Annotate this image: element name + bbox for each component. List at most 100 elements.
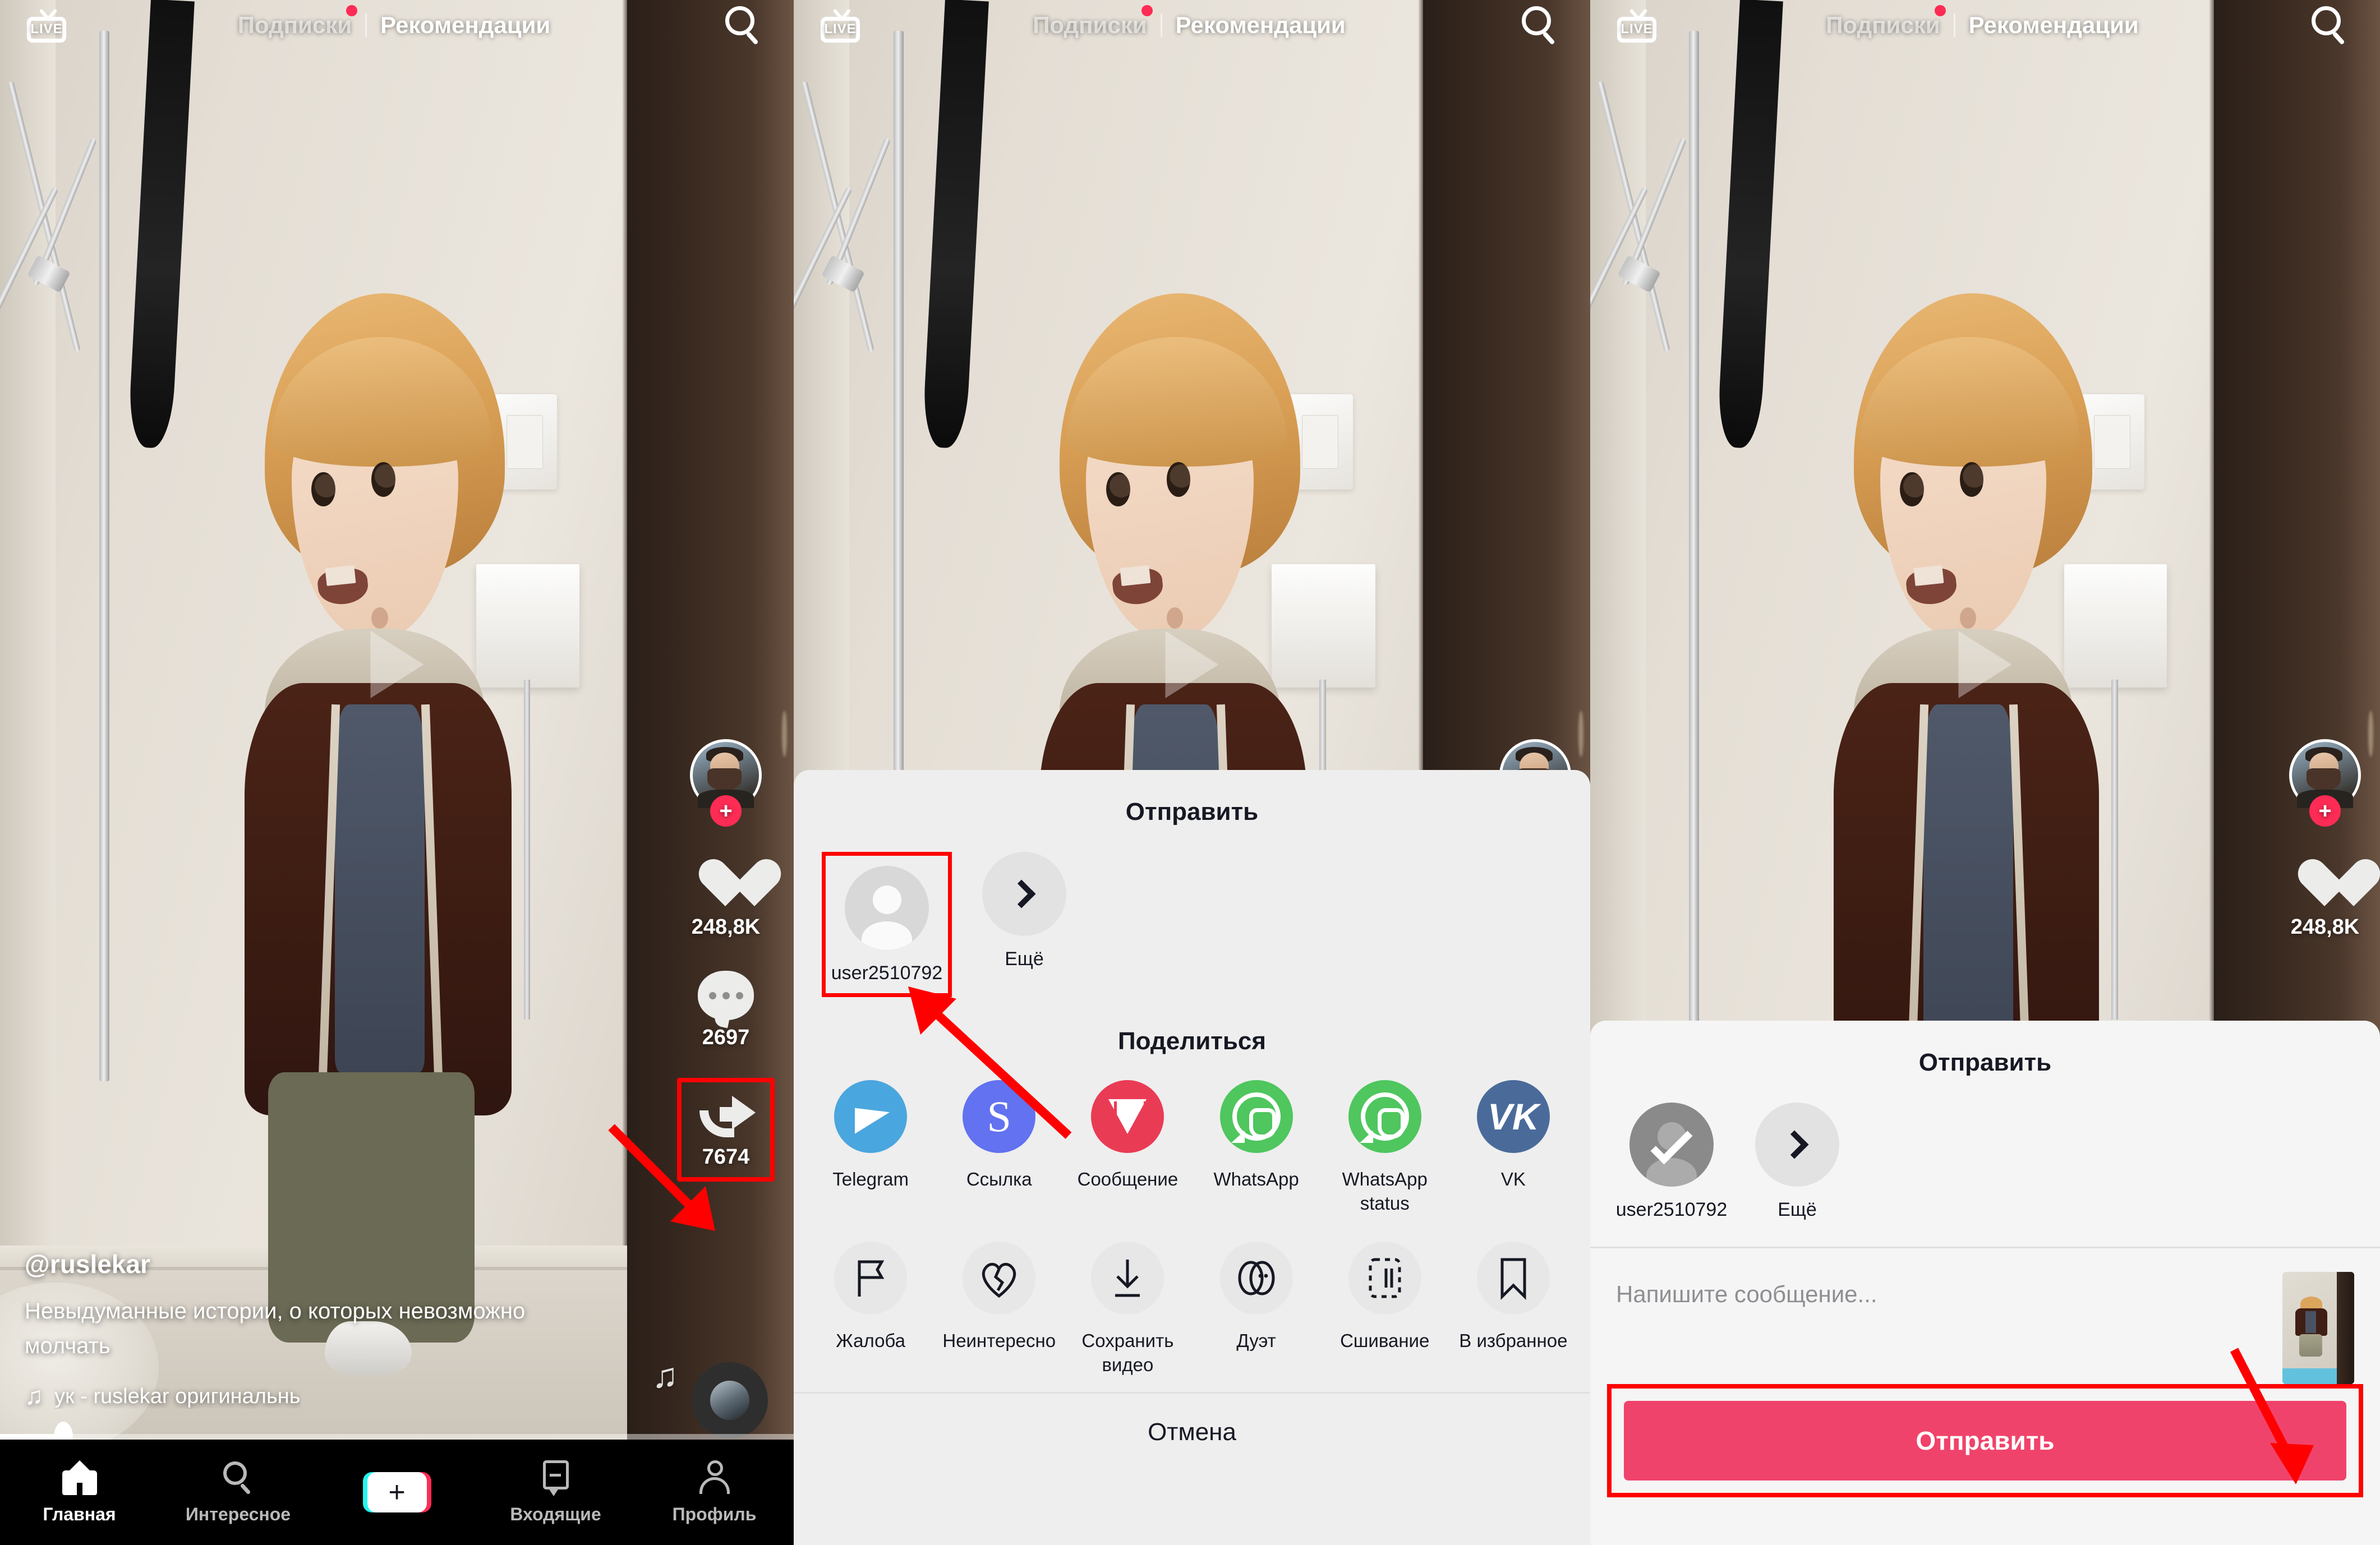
profile-icon <box>698 1460 731 1495</box>
action-not-interested[interactable]: Неинтересно <box>942 1241 1056 1377</box>
tab-discover[interactable]: Интересное <box>159 1460 317 1525</box>
tab-home[interactable]: Главная <box>0 1460 159 1525</box>
tab-subscriptions[interactable]: Подписки <box>1019 5 1160 39</box>
share-target-message[interactable]: Сообщение <box>1071 1080 1184 1216</box>
send-sheet-title: Отправить <box>1918 1049 2052 1076</box>
share-target-label: Telegram <box>832 1169 909 1189</box>
whatsapp-status-icon <box>1348 1080 1421 1153</box>
broken-heart-icon <box>963 1241 1036 1315</box>
tab-recommendations[interactable]: Рекомендации <box>1162 12 1359 39</box>
share-count: 7674 <box>702 1145 750 1169</box>
music-disc[interactable] <box>692 1362 768 1438</box>
tab-subscriptions[interactable]: Подписки <box>1812 5 1953 39</box>
play-indicator-icon[interactable] <box>1958 630 2012 698</box>
panel-send-message: LIVE Подписки Рекомендации + 248,8K Отпр… <box>1590 0 2380 1545</box>
link-icon: S <box>963 1080 1036 1153</box>
tab-recommendations-label: Рекомендации <box>1175 12 1346 38</box>
chevron-right-icon <box>1755 1103 1839 1187</box>
share-target-label: WhatsApp status <box>1342 1169 1428 1214</box>
like-button[interactable]: 248,8K <box>692 858 761 939</box>
share-target-label: VK <box>1500 1169 1526 1189</box>
tab-subscriptions-label: Подписки <box>1826 12 1940 38</box>
tab-discover-label: Интересное <box>185 1504 291 1524</box>
share-target-label: WhatsApp <box>1213 1169 1299 1189</box>
tab-subscriptions[interactable]: Подписки <box>224 5 365 39</box>
live-icon[interactable]: LIVE <box>821 8 860 43</box>
action-label: Неинтересно <box>942 1330 1056 1351</box>
like-count: 248,8K <box>2290 915 2360 939</box>
action-stitch[interactable]: Сшивание <box>1328 1241 1442 1377</box>
share-button[interactable]: 7674 <box>677 1078 775 1182</box>
music-info[interactable]: ♫ ук - ruslekar оригинальнь <box>25 1382 596 1410</box>
vk-icon: VK <box>1476 1080 1550 1153</box>
live-label: LIVE <box>824 21 857 36</box>
share-target-telegram[interactable]: Telegram <box>814 1080 927 1216</box>
music-note-icon: ♫ <box>25 1382 43 1410</box>
send-bottom-sheet: Отправить user2510792 Ещё Напишите сообщ… <box>1590 1021 2380 1545</box>
play-indicator-icon[interactable] <box>370 630 423 698</box>
bookmark-icon <box>1476 1241 1550 1315</box>
comment-button[interactable]: 2697 <box>698 971 754 1050</box>
search-icon[interactable] <box>2308 4 2351 47</box>
share-bottom-sheet: Отправить user2510792 Ещё Поделиться Tel… <box>794 770 1590 1545</box>
share-arrow-icon <box>696 1092 756 1140</box>
message-input[interactable]: Напишите сообщение... <box>1616 1272 2266 1308</box>
door-handle <box>781 711 788 757</box>
video-caption: @ruslekar Невыдуманные истории, о которы… <box>25 1249 596 1410</box>
action-save-video[interactable]: Сохранить видео <box>1071 1241 1184 1377</box>
home-icon <box>62 1460 97 1495</box>
tab-recommendations[interactable]: Рекомендации <box>1955 12 2152 39</box>
inbox-icon <box>540 1460 572 1496</box>
author-username[interactable]: @ruslekar <box>25 1249 596 1279</box>
live-icon[interactable]: LIVE <box>27 8 66 43</box>
avatar-selected-check-icon <box>1629 1103 1714 1187</box>
comment-bubble-icon <box>698 971 754 1020</box>
tab-profile[interactable]: Профиль <box>635 1460 794 1525</box>
live-label: LIVE <box>30 21 63 36</box>
tab-recommendations[interactable]: Рекомендации <box>367 12 564 39</box>
action-rail: + 248,8K 2697 7674 <box>677 739 775 1182</box>
tab-recommendations-label: Рекомендации <box>380 12 551 38</box>
recipient-user2510792[interactable]: user2510792 <box>1615 1103 1728 1221</box>
follow-button[interactable]: + <box>710 795 742 827</box>
share-sheet-title: Отправить <box>1125 798 1259 825</box>
tab-recommendations-label: Рекомендации <box>1968 12 2139 38</box>
comment-count: 2697 <box>702 1026 750 1049</box>
tab-create[interactable]: + <box>317 1472 476 1512</box>
send-button-highlight: Отправить <box>1607 1384 2363 1497</box>
like-button[interactable]: 248,8K <box>2291 858 2360 939</box>
duet-icon <box>1219 1241 1293 1315</box>
recipient-name: user2510792 <box>831 962 943 984</box>
share-target-link[interactable]: S Ссылка <box>942 1080 1056 1216</box>
play-indicator-icon[interactable] <box>1165 630 1219 698</box>
action-favorite[interactable]: В избранное <box>1457 1241 1570 1377</box>
tab-subscriptions-badge-dot <box>1141 5 1153 16</box>
bottom-tab-bar: Главная Интересное + Входящие Профиль <box>0 1440 794 1545</box>
action-label: В избранное <box>1459 1330 1568 1351</box>
share-target-vk[interactable]: VK VK <box>1457 1080 1570 1216</box>
child-subject <box>238 293 572 1375</box>
recipient-user2510792[interactable]: user2510792 <box>822 852 952 997</box>
share-target-whatsapp-status[interactable]: WhatsApp status <box>1328 1080 1442 1216</box>
action-label: Сшивание <box>1340 1330 1430 1351</box>
action-label: Жалоба <box>836 1330 905 1351</box>
live-icon[interactable]: LIVE <box>1617 8 1656 43</box>
action-report[interactable]: Жалоба <box>814 1241 927 1377</box>
tab-profile-label: Профиль <box>672 1504 757 1524</box>
share-target-whatsapp[interactable]: WhatsApp <box>1199 1080 1313 1216</box>
action-duet[interactable]: Дуэт <box>1199 1241 1313 1377</box>
send-button[interactable]: Отправить <box>1624 1401 2346 1481</box>
chevron-right-icon <box>982 852 1066 936</box>
recipient-row: user2510792 Ещё <box>1590 1077 2380 1247</box>
search-icon[interactable] <box>1518 4 1561 47</box>
caption-text: Невыдуманные истории, о которых невозмож… <box>25 1299 526 1358</box>
search-icon[interactable] <box>722 4 765 47</box>
tab-inbox[interactable]: Входящие <box>476 1460 635 1525</box>
tab-subscriptions-label: Подписки <box>1033 12 1147 38</box>
video-progress-bar[interactable] <box>0 1422 794 1452</box>
cancel-button[interactable]: Отмена <box>794 1394 1590 1475</box>
recipient-more[interactable]: Ещё <box>971 852 1078 970</box>
recipient-name: user2510792 <box>1615 1199 1728 1220</box>
recipient-more[interactable]: Ещё <box>1744 1103 1850 1221</box>
follow-button[interactable]: + <box>2309 795 2341 827</box>
